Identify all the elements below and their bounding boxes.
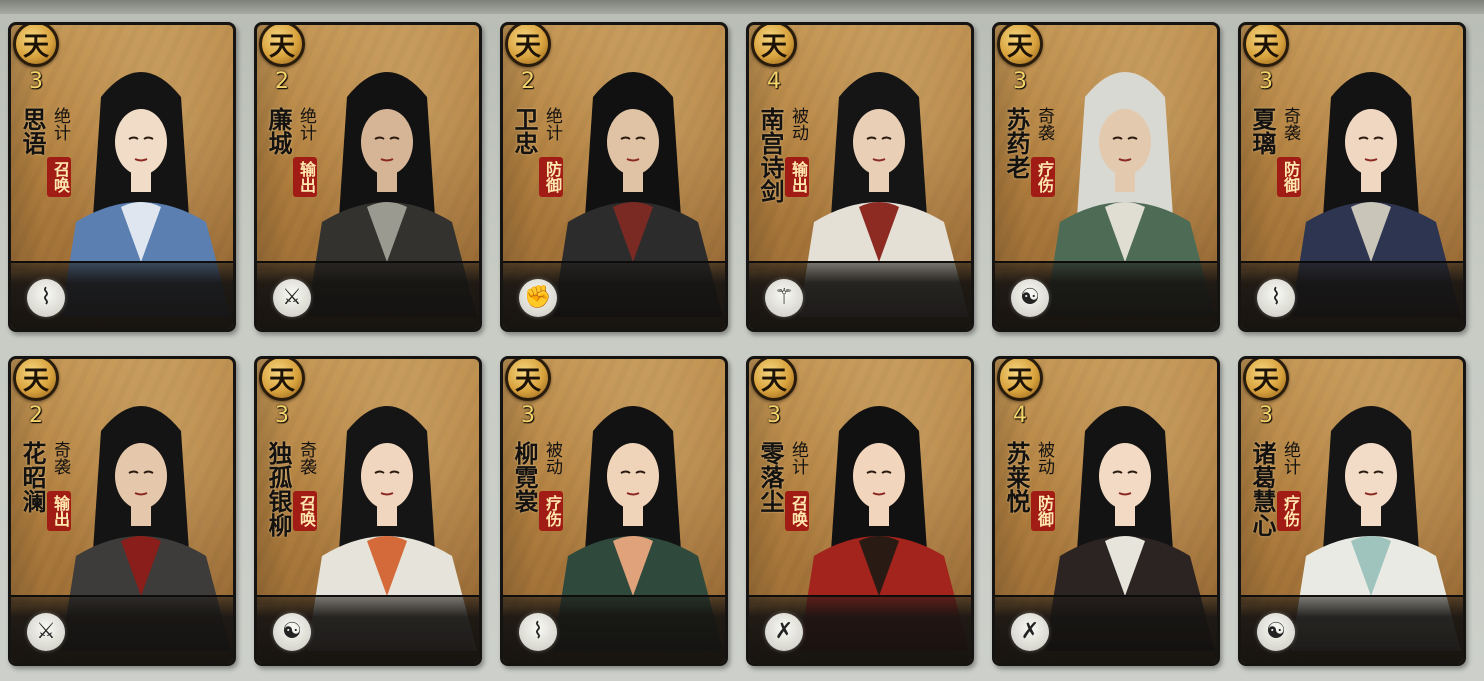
crossed-blades-icon: ✗ bbox=[1011, 613, 1049, 651]
zither-icon: ⌇ bbox=[519, 613, 557, 651]
skill-type: 被动 bbox=[542, 441, 562, 475]
cost-value: 3 bbox=[767, 403, 781, 428]
role-tag: 防御 bbox=[1277, 157, 1301, 197]
cost-value: 3 bbox=[1259, 69, 1273, 94]
weapon-glyph: ⚔ bbox=[36, 619, 56, 644]
palm-icon: ☯ bbox=[1257, 613, 1295, 651]
cost-value: 3 bbox=[521, 403, 535, 428]
skill-type: 绝计 bbox=[1280, 441, 1300, 475]
skill-type: 被动 bbox=[1034, 441, 1054, 475]
hero-card-7[interactable]: 天 2 花昭澜 奇袭 输出 ⚔ bbox=[8, 356, 236, 666]
zither-icon: ⌇ bbox=[27, 279, 65, 317]
skill-type: 奇袭 bbox=[1034, 107, 1054, 141]
cost-value: 3 bbox=[275, 403, 289, 428]
weapon-glyph: ☯ bbox=[1020, 285, 1040, 310]
role-tag: 输出 bbox=[785, 157, 809, 197]
role-tag: 疗伤 bbox=[1031, 157, 1055, 197]
hero-card-9[interactable]: 天 3 柳霓裳 被动 疗伤 ⌇ bbox=[500, 356, 728, 666]
role-tag: 召唤 bbox=[47, 157, 71, 197]
role-tag: 防御 bbox=[539, 157, 563, 197]
cost-value: 2 bbox=[521, 69, 535, 94]
grade-badge: 天 bbox=[1243, 25, 1289, 67]
skill-type: 绝计 bbox=[50, 107, 70, 141]
hero-card-5[interactable]: 天 3 苏药老 奇袭 疗伤 ☯ bbox=[992, 22, 1220, 332]
zither-icon: ⌇ bbox=[1257, 279, 1295, 317]
weapon-glyph: ⚔ bbox=[282, 285, 302, 310]
hero-name: 独孤银柳 bbox=[264, 441, 293, 537]
fist-icon: ✊ bbox=[519, 279, 557, 317]
hero-name: 柳霓裳 bbox=[510, 441, 539, 513]
hero-card-12[interactable]: 天 3 诸葛慧心 绝计 疗伤 ☯ bbox=[1238, 356, 1466, 666]
top-edge-strip bbox=[0, 0, 1484, 14]
role-tag: 疗伤 bbox=[539, 491, 563, 531]
hero-name: 零落尘 bbox=[756, 441, 785, 513]
role-tag: 召唤 bbox=[785, 491, 809, 531]
hero-name: 廉城 bbox=[264, 107, 293, 155]
hero-name: 诸葛慧心 bbox=[1248, 441, 1277, 537]
skill-type: 奇袭 bbox=[50, 441, 70, 475]
weapon-glyph: ⌇ bbox=[1270, 285, 1282, 310]
skill-type: 奇袭 bbox=[296, 441, 316, 475]
hero-name: 夏璃 bbox=[1248, 107, 1277, 155]
grade-badge: 天 bbox=[13, 25, 59, 67]
skill-type: 奇袭 bbox=[1280, 107, 1300, 141]
skill-type: 绝计 bbox=[542, 107, 562, 141]
hero-name: 卫忠 bbox=[510, 107, 539, 155]
hero-card-6[interactable]: 天 3 夏璃 奇袭 防御 ⌇ bbox=[1238, 22, 1466, 332]
hero-card-8[interactable]: 天 3 独孤银柳 奇袭 召唤 ☯ bbox=[254, 356, 482, 666]
cost-value: 3 bbox=[29, 69, 43, 94]
hero-name: 思语 bbox=[18, 107, 47, 155]
weapon-glyph: ☯ bbox=[282, 619, 302, 644]
skill-type: 绝计 bbox=[296, 107, 316, 141]
role-tag: 疗伤 bbox=[1277, 491, 1301, 531]
role-tag: 召唤 bbox=[293, 491, 317, 531]
grade-badge: 天 bbox=[1243, 359, 1289, 401]
weapon-glyph: ✗ bbox=[774, 619, 794, 644]
dual-blade-icon: ⚔ bbox=[273, 279, 311, 317]
weapon-glyph: ⚚ bbox=[774, 285, 794, 310]
hero-name: 南宫诗剑 bbox=[756, 107, 785, 203]
weapon-glyph: ⌇ bbox=[532, 619, 544, 644]
role-tag: 输出 bbox=[293, 157, 317, 197]
palm-icon: ☯ bbox=[273, 613, 311, 651]
hero-name: 苏药老 bbox=[1002, 107, 1031, 179]
grade-badge: 天 bbox=[997, 359, 1043, 401]
weapon-glyph: ✗ bbox=[1020, 619, 1040, 644]
hero-card-10[interactable]: 天 3 零落尘 绝计 召唤 ✗ bbox=[746, 356, 974, 666]
grade-badge: 天 bbox=[751, 25, 797, 67]
hero-card-2[interactable]: 天 2 廉城 绝计 输出 ⚔ bbox=[254, 22, 482, 332]
weapon-glyph: ✊ bbox=[524, 285, 552, 310]
hero-name: 苏莱悦 bbox=[1002, 441, 1031, 513]
cost-value: 4 bbox=[1013, 403, 1027, 428]
hero-card-11[interactable]: 天 4 苏莱悦 被动 防御 ✗ bbox=[992, 356, 1220, 666]
cost-value: 2 bbox=[29, 403, 43, 428]
sword-icon: ⚚ bbox=[765, 279, 803, 317]
crossed-blades-icon: ✗ bbox=[765, 613, 803, 651]
hero-card-4[interactable]: 天 4 南宫诗剑 被动 输出 ⚚ bbox=[746, 22, 974, 332]
palm-icon: ☯ bbox=[1011, 279, 1049, 317]
role-tag: 输出 bbox=[47, 491, 71, 531]
cost-value: 3 bbox=[1013, 69, 1027, 94]
hero-card-3[interactable]: 天 2 卫忠 绝计 防御 ✊ bbox=[500, 22, 728, 332]
skill-type: 被动 bbox=[788, 107, 808, 141]
grade-badge: 天 bbox=[997, 25, 1043, 67]
cost-value: 4 bbox=[767, 69, 781, 94]
cost-value: 3 bbox=[1259, 403, 1273, 428]
hero-card-grid: 天 3 思语 绝计 召唤 ⌇ 天 2 廉城 绝计 输出 ⚔ 天 2 卫忠 绝计 … bbox=[8, 22, 1466, 666]
hero-card-1[interactable]: 天 3 思语 绝计 召唤 ⌇ bbox=[8, 22, 236, 332]
grade-badge: 天 bbox=[505, 359, 551, 401]
grade-badge: 天 bbox=[259, 25, 305, 67]
skill-type: 绝计 bbox=[788, 441, 808, 475]
dual-blade-icon: ⚔ bbox=[27, 613, 65, 651]
cost-value: 2 bbox=[275, 69, 289, 94]
weapon-glyph: ⌇ bbox=[40, 285, 52, 310]
role-tag: 防御 bbox=[1031, 491, 1055, 531]
weapon-glyph: ☯ bbox=[1266, 619, 1286, 644]
grade-badge: 天 bbox=[505, 25, 551, 67]
grade-badge: 天 bbox=[259, 359, 305, 401]
grade-badge: 天 bbox=[751, 359, 797, 401]
hero-name: 花昭澜 bbox=[18, 441, 47, 513]
grade-badge: 天 bbox=[13, 359, 59, 401]
